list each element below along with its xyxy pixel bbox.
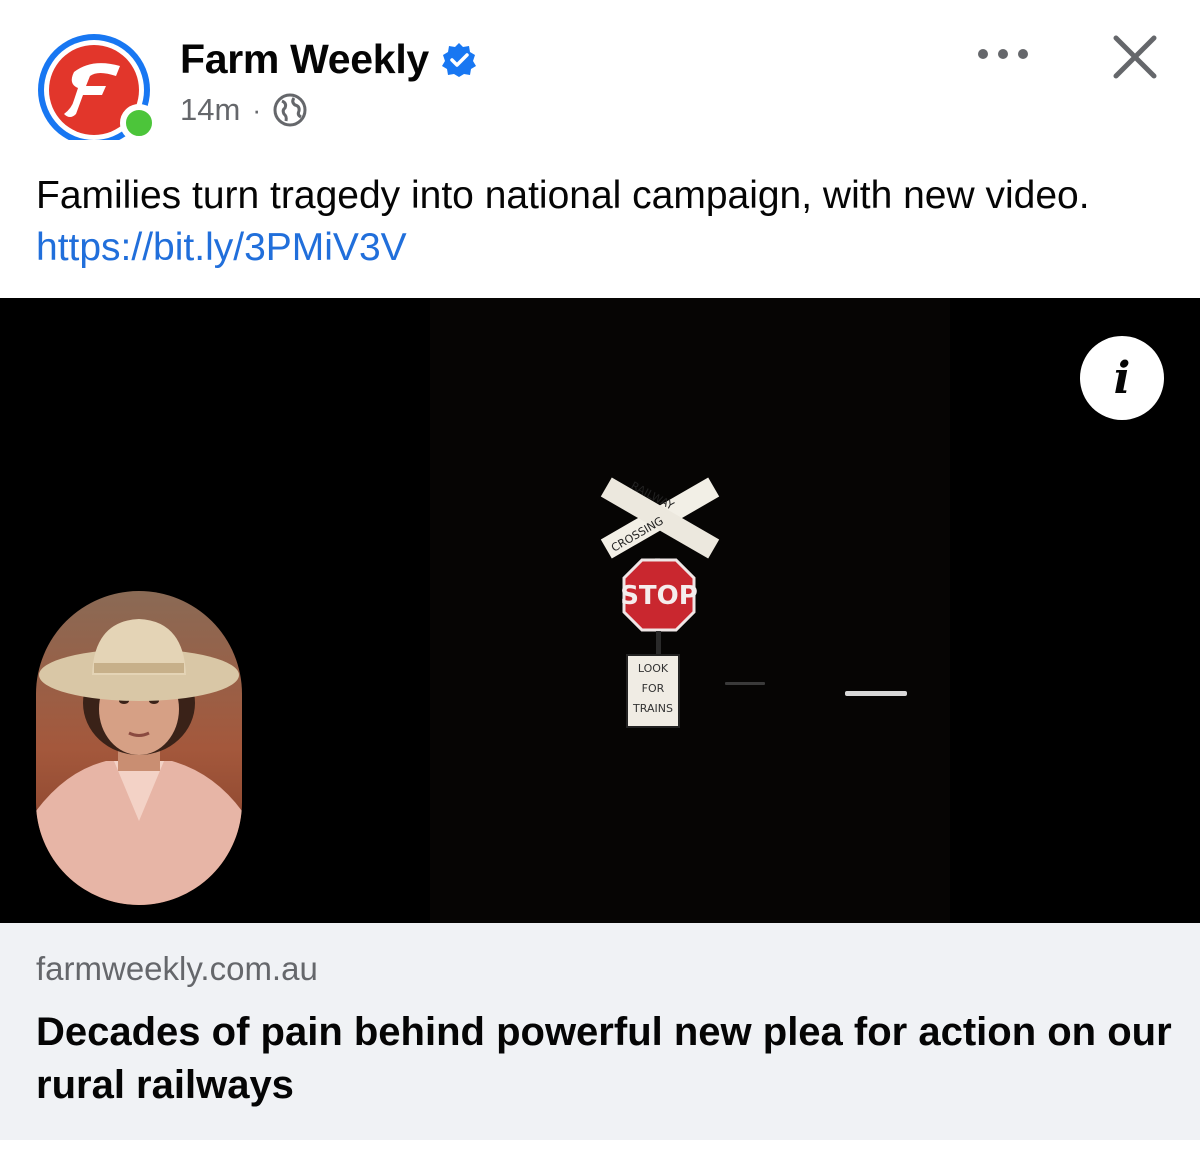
- look-sign-text-3: TRAINS: [632, 702, 673, 715]
- stop-sign-text: STOP: [620, 581, 698, 611]
- link-domain: farmweekly.com.au: [36, 950, 318, 987]
- link-headline[interactable]: Decades of pain behind powerful new plea…: [36, 1006, 1176, 1112]
- post-message-text: Families turn tragedy into national camp…: [36, 174, 1090, 217]
- post-header: Farm Weekly 14m ·: [0, 0, 1200, 160]
- info-button[interactable]: i: [1080, 336, 1164, 420]
- close-button[interactable]: [1104, 26, 1166, 88]
- post-link[interactable]: https://bit.ly/3PMiV3V: [36, 226, 407, 269]
- page-name[interactable]: Farm Weekly: [180, 36, 429, 83]
- look-sign-text-2: FOR: [642, 682, 665, 695]
- page-avatar[interactable]: [34, 32, 158, 142]
- online-status-indicator: [120, 104, 158, 142]
- globe-icon: [273, 93, 307, 127]
- more-options-button[interactable]: [970, 34, 1036, 74]
- look-sign-text-1: LOOK: [638, 662, 669, 675]
- verified-badge-icon: [441, 42, 476, 77]
- close-icon: [1113, 35, 1157, 79]
- info-icon: i: [1113, 352, 1131, 404]
- person-portrait: [36, 591, 242, 905]
- more-options-icon: [978, 49, 1028, 59]
- post-message: Families turn tragedy into national camp…: [36, 170, 1166, 274]
- link-preview-media[interactable]: RAILWAY CROSSING STOP LOOK FOR TRAINS i: [0, 298, 1200, 923]
- meta-separator: ·: [252, 94, 261, 125]
- woman-portrait-image: [36, 591, 242, 905]
- post-timestamp[interactable]: 14m: [180, 92, 240, 128]
